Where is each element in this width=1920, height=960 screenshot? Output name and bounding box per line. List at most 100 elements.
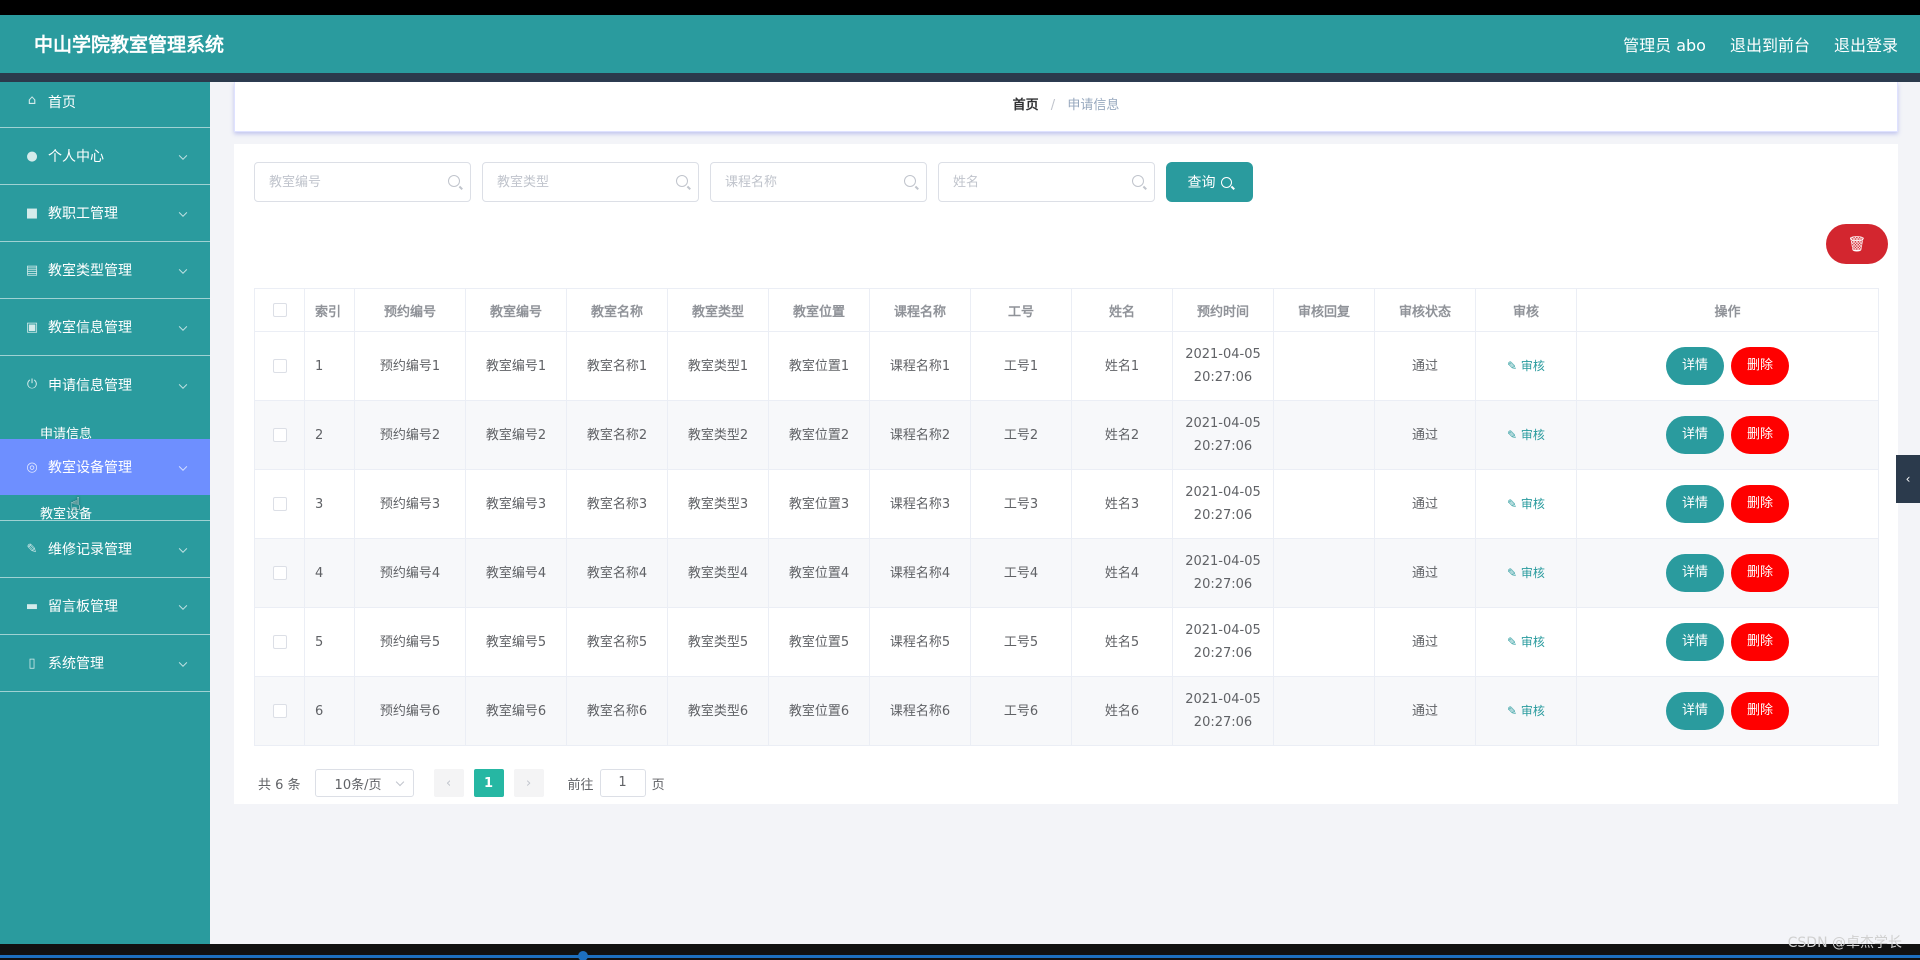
sidebar-item-label: 教室信息管理 <box>48 320 132 336</box>
select-all-checkbox[interactable] <box>272 303 287 317</box>
audit-label: 审核 <box>1520 565 1545 580</box>
detail-button[interactable]: 详情 <box>1666 416 1724 454</box>
audit-link[interactable]: ✎ 审核 <box>1507 635 1545 649</box>
cell-location: 教室位置3 <box>768 469 870 539</box>
row-select-cell <box>254 469 305 539</box>
detail-button[interactable]: 详情 <box>1666 347 1724 385</box>
chevron-down-icon <box>178 322 188 331</box>
sidebar-item-message-board[interactable]: ▬ 留言板管理 <box>0 578 210 635</box>
column-header: 姓名 <box>1071 288 1173 332</box>
cell-room-no: 教室编号1 <box>465 331 567 401</box>
sidebar-item-label: 个人中心 <box>48 149 104 165</box>
sidebar-item-room-info[interactable]: ▣ 教室信息管理 <box>0 299 210 356</box>
delete-button[interactable]: 删除 <box>1731 485 1789 523</box>
prev-page-button[interactable]: ‹ <box>433 769 464 797</box>
room-no-input[interactable] <box>255 163 470 201</box>
cell-index: 6 <box>304 676 355 746</box>
audit-link[interactable]: ✎ 审核 <box>1507 359 1545 373</box>
query-button[interactable]: 查询 <box>1166 162 1253 202</box>
audit-link[interactable]: ✎ 审核 <box>1507 704 1545 718</box>
cell-booking-time: 2021-04-05 20:27:06 <box>1172 607 1274 677</box>
message-icon: ▬ <box>25 598 39 614</box>
row-checkbox[interactable] <box>272 359 287 373</box>
goto-page-input[interactable]: 1 <box>599 769 646 797</box>
delete-button[interactable]: 删除 <box>1731 416 1789 454</box>
cell-status: 通过 <box>1374 400 1476 470</box>
row-checkbox[interactable] <box>272 704 287 718</box>
name-input[interactable] <box>939 163 1154 201</box>
sidebar-item-repair[interactable]: ✎ 维修记录管理 <box>0 521 210 578</box>
cell-status: 通过 <box>1374 331 1476 401</box>
detail-button[interactable]: 详情 <box>1666 692 1724 730</box>
course-input[interactable] <box>711 163 926 201</box>
cell-reply <box>1273 538 1375 608</box>
audit-link[interactable]: ✎ 审核 <box>1507 566 1545 580</box>
cell-reply <box>1273 676 1375 746</box>
cell-reply <box>1273 331 1375 401</box>
cell-booking-time: 2021-04-05 20:27:06 <box>1172 676 1274 746</box>
delete-button[interactable]: 删除 <box>1731 554 1789 592</box>
sidebar-item-personal-center[interactable]: ● 个人中心 <box>0 128 210 185</box>
cell-staff-no: 工号4 <box>970 538 1072 608</box>
submenu-item-equipment[interactable]: 教室设备 <box>0 495 210 521</box>
cell-location: 教室位置6 <box>768 676 870 746</box>
cell-audit: ✎ 审核 <box>1475 607 1577 677</box>
row-checkbox[interactable] <box>272 428 287 442</box>
detail-button[interactable]: 详情 <box>1666 485 1724 523</box>
sidebar-item-apply[interactable]: ⏻ 申请信息管理 <box>0 356 210 413</box>
audit-link[interactable]: ✎ 审核 <box>1507 497 1545 511</box>
cell-room-type: 教室类型3 <box>667 469 769 539</box>
cell-status: 通过 <box>1374 538 1476 608</box>
search-icon <box>904 175 916 187</box>
page-size-select[interactable]: 10条/页 <box>314 769 414 797</box>
cell-audit: ✎ 审核 <box>1475 676 1577 746</box>
detail-button[interactable]: 详情 <box>1666 623 1724 661</box>
booking-time: 20:27:06 <box>1193 370 1253 385</box>
admin-user-label[interactable]: 管理员 abo <box>1623 32 1706 56</box>
batch-delete-button[interactable]: 🗑 <box>1826 224 1888 264</box>
home-icon: ⌂ <box>27 92 37 108</box>
cell-location: 教室位置2 <box>768 400 870 470</box>
collapse-panel-tab[interactable]: ‹ <box>1896 455 1920 503</box>
app-title: 中山学院教室管理系统 <box>34 34 225 56</box>
breadcrumb-home[interactable]: 首页 <box>1013 98 1039 113</box>
cell-room-type: 教室类型6 <box>667 676 769 746</box>
sidebar-item-label: 教职工管理 <box>48 206 118 222</box>
cell-audit: ✎ 审核 <box>1475 538 1577 608</box>
row-checkbox[interactable] <box>272 497 287 511</box>
total-count: 共 6 条 <box>258 777 301 793</box>
logout-link[interactable]: 退出登录 <box>1834 32 1898 56</box>
sidebar-item-home[interactable]: ⌂ 首页 <box>0 82 210 128</box>
submenu-item-apply-info[interactable]: 申请信息 <box>0 413 210 439</box>
edit-icon: ✎ <box>1507 358 1521 373</box>
sidebar-item-staff[interactable]: ■ 教职工管理 <box>0 185 210 242</box>
progress-handle[interactable] <box>578 951 588 960</box>
sidebar-item-equipment[interactable]: ◎ 教室设备管理 <box>0 439 210 495</box>
pagination: 共 6 条 10条/页 ‹ 1 › 前往 1 页 <box>258 769 665 797</box>
header-links: 管理员 abo 退出到前台 退出登录 <box>1623 32 1898 56</box>
cell-index: 4 <box>304 538 355 608</box>
cell-booking-time: 2021-04-05 20:27:06 <box>1172 331 1274 401</box>
next-page-button[interactable]: › <box>513 769 544 797</box>
sidebar-item-room-type[interactable]: ▤ 教室类型管理 <box>0 242 210 299</box>
row-checkbox[interactable] <box>272 635 287 649</box>
audit-link[interactable]: ✎ 审核 <box>1507 428 1545 442</box>
content-panel: 查询 🗑 索引 预约编号 教室编号 教室名称 教室类型 <box>234 144 1898 804</box>
delete-button[interactable]: 删除 <box>1731 692 1789 730</box>
chevron-down-icon <box>178 601 188 610</box>
exit-to-front-link[interactable]: 退出到前台 <box>1730 32 1810 56</box>
sidebar-item-label: 申请信息管理 <box>48 377 132 394</box>
page-number-current[interactable]: 1 <box>473 769 504 797</box>
delete-button[interactable]: 删除 <box>1731 347 1789 385</box>
chevron-down-icon <box>395 777 404 787</box>
detail-button[interactable]: 详情 <box>1666 554 1724 592</box>
search-icon <box>1220 176 1232 188</box>
table-row: 6 预约编号6 教室编号6 教室名称6 教室类型6 教室位置6 课程名称6 工号6 姓名6 202… <box>254 676 1879 746</box>
cell-staff-no: 工号2 <box>970 400 1072 470</box>
sidebar-item-system[interactable]: ▯ 系统管理 <box>0 635 210 692</box>
chevron-down-icon <box>178 658 188 667</box>
room-type-input[interactable] <box>483 163 698 201</box>
table-row: 1 预约编号1 教室编号1 教室名称1 教室类型1 教室位置1 课程名称1 工号1 姓名1 202… <box>254 331 1879 401</box>
row-checkbox[interactable] <box>272 566 287 580</box>
delete-button[interactable]: 删除 <box>1731 623 1789 661</box>
